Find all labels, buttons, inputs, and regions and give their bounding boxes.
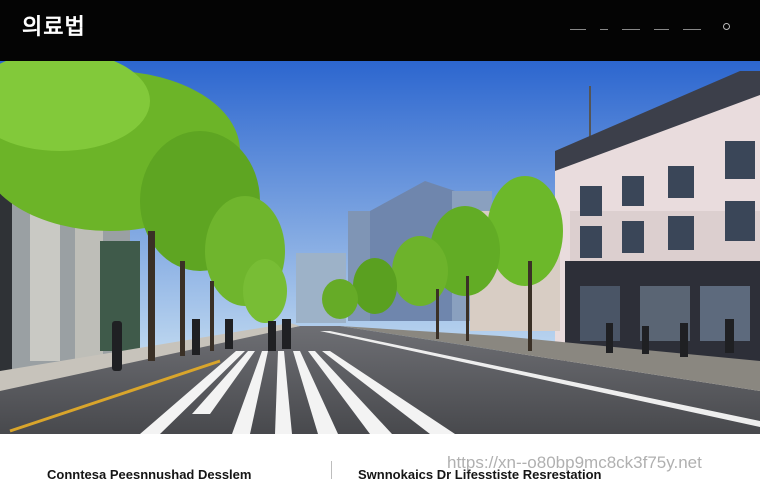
watermark-url: https://xn--o80bp9mc8ck3f75y.net xyxy=(447,453,702,472)
hero-image xyxy=(0,61,760,434)
caption-strip: Conntesa Peesnnushad Desslem Swnnokaics … xyxy=(0,434,760,482)
nav-item-1[interactable] xyxy=(570,22,586,30)
top-navigation-bar: 의료법 xyxy=(0,0,760,61)
nav-item-3[interactable] xyxy=(621,22,640,30)
main-nav xyxy=(570,22,730,30)
nav-item-4[interactable] xyxy=(653,22,670,30)
street-scene-illustration xyxy=(0,61,760,434)
logo-text: 의료법 xyxy=(22,15,86,40)
site-logo[interactable]: 의료법 xyxy=(22,10,86,40)
nav-item-2[interactable] xyxy=(599,22,608,30)
search-icon[interactable] xyxy=(723,22,730,30)
nav-item-5[interactable] xyxy=(683,22,701,30)
caption-divider xyxy=(331,461,332,479)
